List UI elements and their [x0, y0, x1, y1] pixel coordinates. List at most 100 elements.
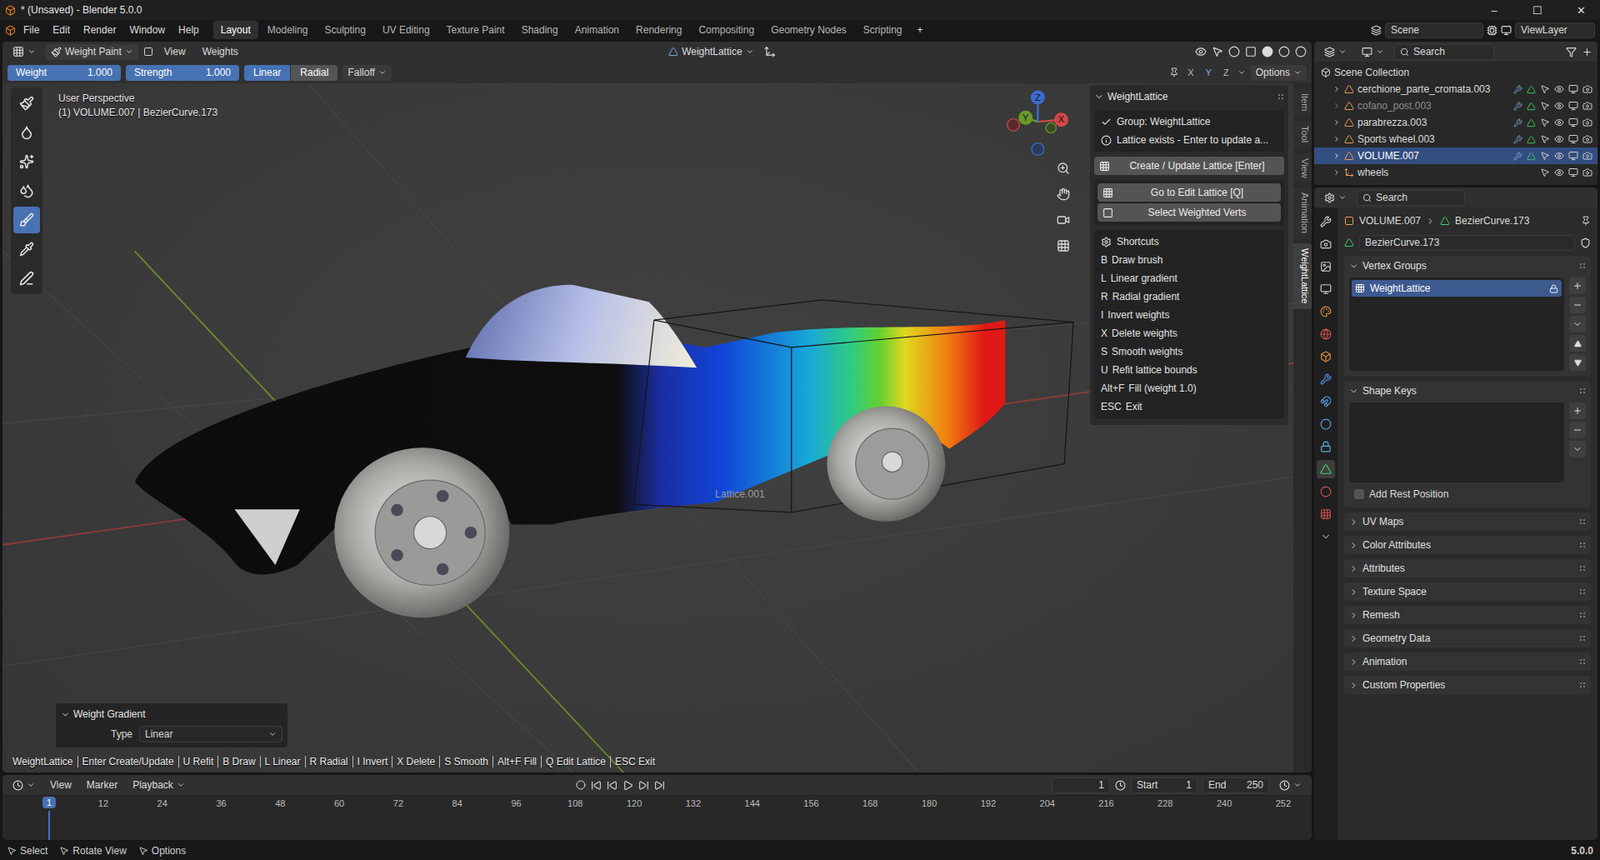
jump-start-icon[interactable]	[590, 780, 602, 791]
workspace-tab[interactable]: Layout	[213, 20, 259, 40]
workspace-tab[interactable]: Geometry Nodes	[763, 20, 855, 40]
remove-button[interactable]	[1569, 421, 1586, 439]
panel-button[interactable]: Go to Edit Lattice [Q]	[1097, 183, 1281, 202]
collapsed-panel[interactable]: Attributes	[1344, 559, 1591, 578]
blender-menu-icon[interactable]	[5, 25, 16, 36]
vertex-group-item[interactable]: WeightLattice	[1351, 280, 1562, 297]
create-lattice-button[interactable]: Create / Update Lattice [Enter]	[1094, 156, 1285, 175]
tool-button[interactable]	[13, 177, 40, 205]
remove-button[interactable]	[1569, 296, 1586, 314]
viewport-icon[interactable]	[1568, 84, 1579, 95]
render-icon[interactable]	[1582, 100, 1593, 111]
render-icon[interactable]	[1582, 134, 1593, 145]
shading-material-icon[interactable]	[1278, 45, 1290, 58]
overlay-icon[interactable]	[1228, 45, 1240, 58]
xray-icon[interactable]	[1245, 45, 1257, 58]
add-button[interactable]	[1569, 402, 1586, 420]
properties-tab[interactable]	[1316, 325, 1335, 344]
timeline-menu[interactable]: Marker	[81, 777, 123, 794]
collapsed-panel[interactable]: Geometry Data	[1344, 629, 1591, 648]
workspace-tab[interactable]: Shading	[514, 20, 566, 40]
mirror-toggle[interactable]: X	[1184, 66, 1197, 79]
collapsed-panel[interactable]: UV Maps	[1344, 512, 1591, 531]
gizmo-icon[interactable]	[1211, 45, 1224, 58]
render-icon[interactable]	[1582, 117, 1593, 128]
zoom-button[interactable]	[1051, 156, 1075, 180]
expand-icon[interactable]	[1332, 118, 1341, 127]
window-control[interactable]: ☐	[1518, 0, 1557, 20]
workspace-tab[interactable]: Rendering	[628, 20, 690, 40]
outliner-item[interactable]: cerchione_parte_cromata.003	[1314, 80, 1598, 98]
vertex-group-dropdown[interactable]: WeightLattice	[663, 44, 760, 60]
properties-tab[interactable]	[1316, 482, 1335, 501]
properties-tab[interactable]	[1316, 392, 1335, 411]
playhead[interactable]: 1	[42, 796, 56, 809]
tool-button[interactable]	[13, 148, 40, 175]
prev-key-icon[interactable]	[606, 780, 618, 791]
play-icon[interactable]	[622, 780, 634, 791]
gradient-type-button[interactable]: Linear	[244, 65, 290, 81]
preview-range-icon[interactable]	[1115, 780, 1126, 791]
add-workspace[interactable]: +	[911, 21, 930, 39]
outliner-item[interactable]: wheels	[1314, 164, 1598, 181]
sidebar-tab[interactable]: Animation	[1293, 187, 1312, 239]
record-icon[interactable]	[575, 780, 586, 790]
editor-type[interactable]	[7, 44, 41, 60]
menu-item[interactable]: File	[17, 21, 45, 39]
properties-tab[interactable]	[1316, 415, 1335, 434]
sync-dropdown[interactable]	[1274, 777, 1307, 794]
collapsed-panel[interactable]: Color Attributes	[1344, 535, 1591, 555]
mode-dropdown[interactable]: Weight Paint	[45, 44, 139, 60]
tool-button[interactable]	[13, 265, 40, 292]
properties-tab[interactable]	[1316, 437, 1335, 456]
weight-slider[interactable]: Weight1.000	[7, 65, 121, 81]
sidebar-tab[interactable]: View	[1293, 153, 1312, 184]
expand-icon[interactable]	[1332, 85, 1341, 94]
properties-tab[interactable]	[1316, 257, 1335, 276]
mirror-toggle[interactable]: Z	[1220, 66, 1233, 79]
expand-icon[interactable]	[1332, 151, 1341, 160]
properties-tab[interactable]	[1316, 460, 1335, 479]
workspace-tab[interactable]: Modeling	[260, 20, 316, 40]
editor-type[interactable]	[1319, 190, 1352, 206]
sidebar-tab[interactable]: WeightLattice	[1293, 243, 1312, 309]
eye-icon[interactable]	[1554, 100, 1565, 111]
shading-render-icon[interactable]	[1295, 45, 1307, 58]
panel-header[interactable]: Vertex Groups	[1349, 257, 1586, 275]
collapsed-panel[interactable]: Texture Space	[1344, 582, 1591, 601]
jump-end-icon[interactable]	[654, 780, 665, 791]
select-icon[interactable]	[1540, 150, 1550, 161]
move-down-button[interactable]	[1569, 354, 1586, 371]
header-menu[interactable]: Weights	[196, 43, 245, 60]
type-select[interactable]: Linear	[139, 725, 283, 743]
menu-item[interactable]: Edit	[46, 21, 76, 39]
next-key-icon[interactable]	[638, 780, 650, 791]
menu-item[interactable]: Render	[77, 21, 122, 39]
properties-tab[interactable]	[1316, 370, 1335, 389]
strength-slider[interactable]: Strength1.000	[125, 65, 240, 81]
sidebar-tab[interactable]: Tool	[1293, 120, 1312, 148]
window-control[interactable]: –	[1475, 0, 1514, 20]
window-control[interactable]: ✕	[1561, 0, 1600, 20]
timeline-ruler[interactable]: 1224364860728496108120132144156168180192…	[2, 795, 1312, 840]
outliner-item[interactable]: VOLUME.007	[1314, 147, 1598, 165]
add-button[interactable]	[1569, 277, 1586, 295]
render-icon[interactable]	[1582, 150, 1593, 161]
pan-button[interactable]	[1051, 182, 1075, 206]
properties-tab[interactable]	[1316, 280, 1335, 299]
select-icon[interactable]	[1540, 117, 1550, 128]
sidebar-tab[interactable]: Item	[1293, 88, 1312, 116]
camera-button[interactable]	[1051, 208, 1075, 232]
collapsed-panel[interactable]: Animation	[1344, 652, 1591, 671]
operator-header[interactable]: Weight Gradient	[60, 705, 283, 723]
falloff-dropdown[interactable]: Falloff	[342, 65, 391, 81]
eye-icon[interactable]	[1554, 117, 1565, 128]
ortho-button[interactable]	[1051, 234, 1075, 258]
select-icon[interactable]	[1540, 100, 1550, 111]
select-mask-icon[interactable]	[143, 46, 154, 57]
visibility-icon[interactable]	[1195, 45, 1207, 58]
scene-field[interactable]: Scene	[1385, 22, 1484, 39]
select-icon[interactable]	[1540, 167, 1550, 178]
display-mode[interactable]	[1356, 44, 1390, 60]
eye-icon[interactable]	[1554, 84, 1565, 95]
